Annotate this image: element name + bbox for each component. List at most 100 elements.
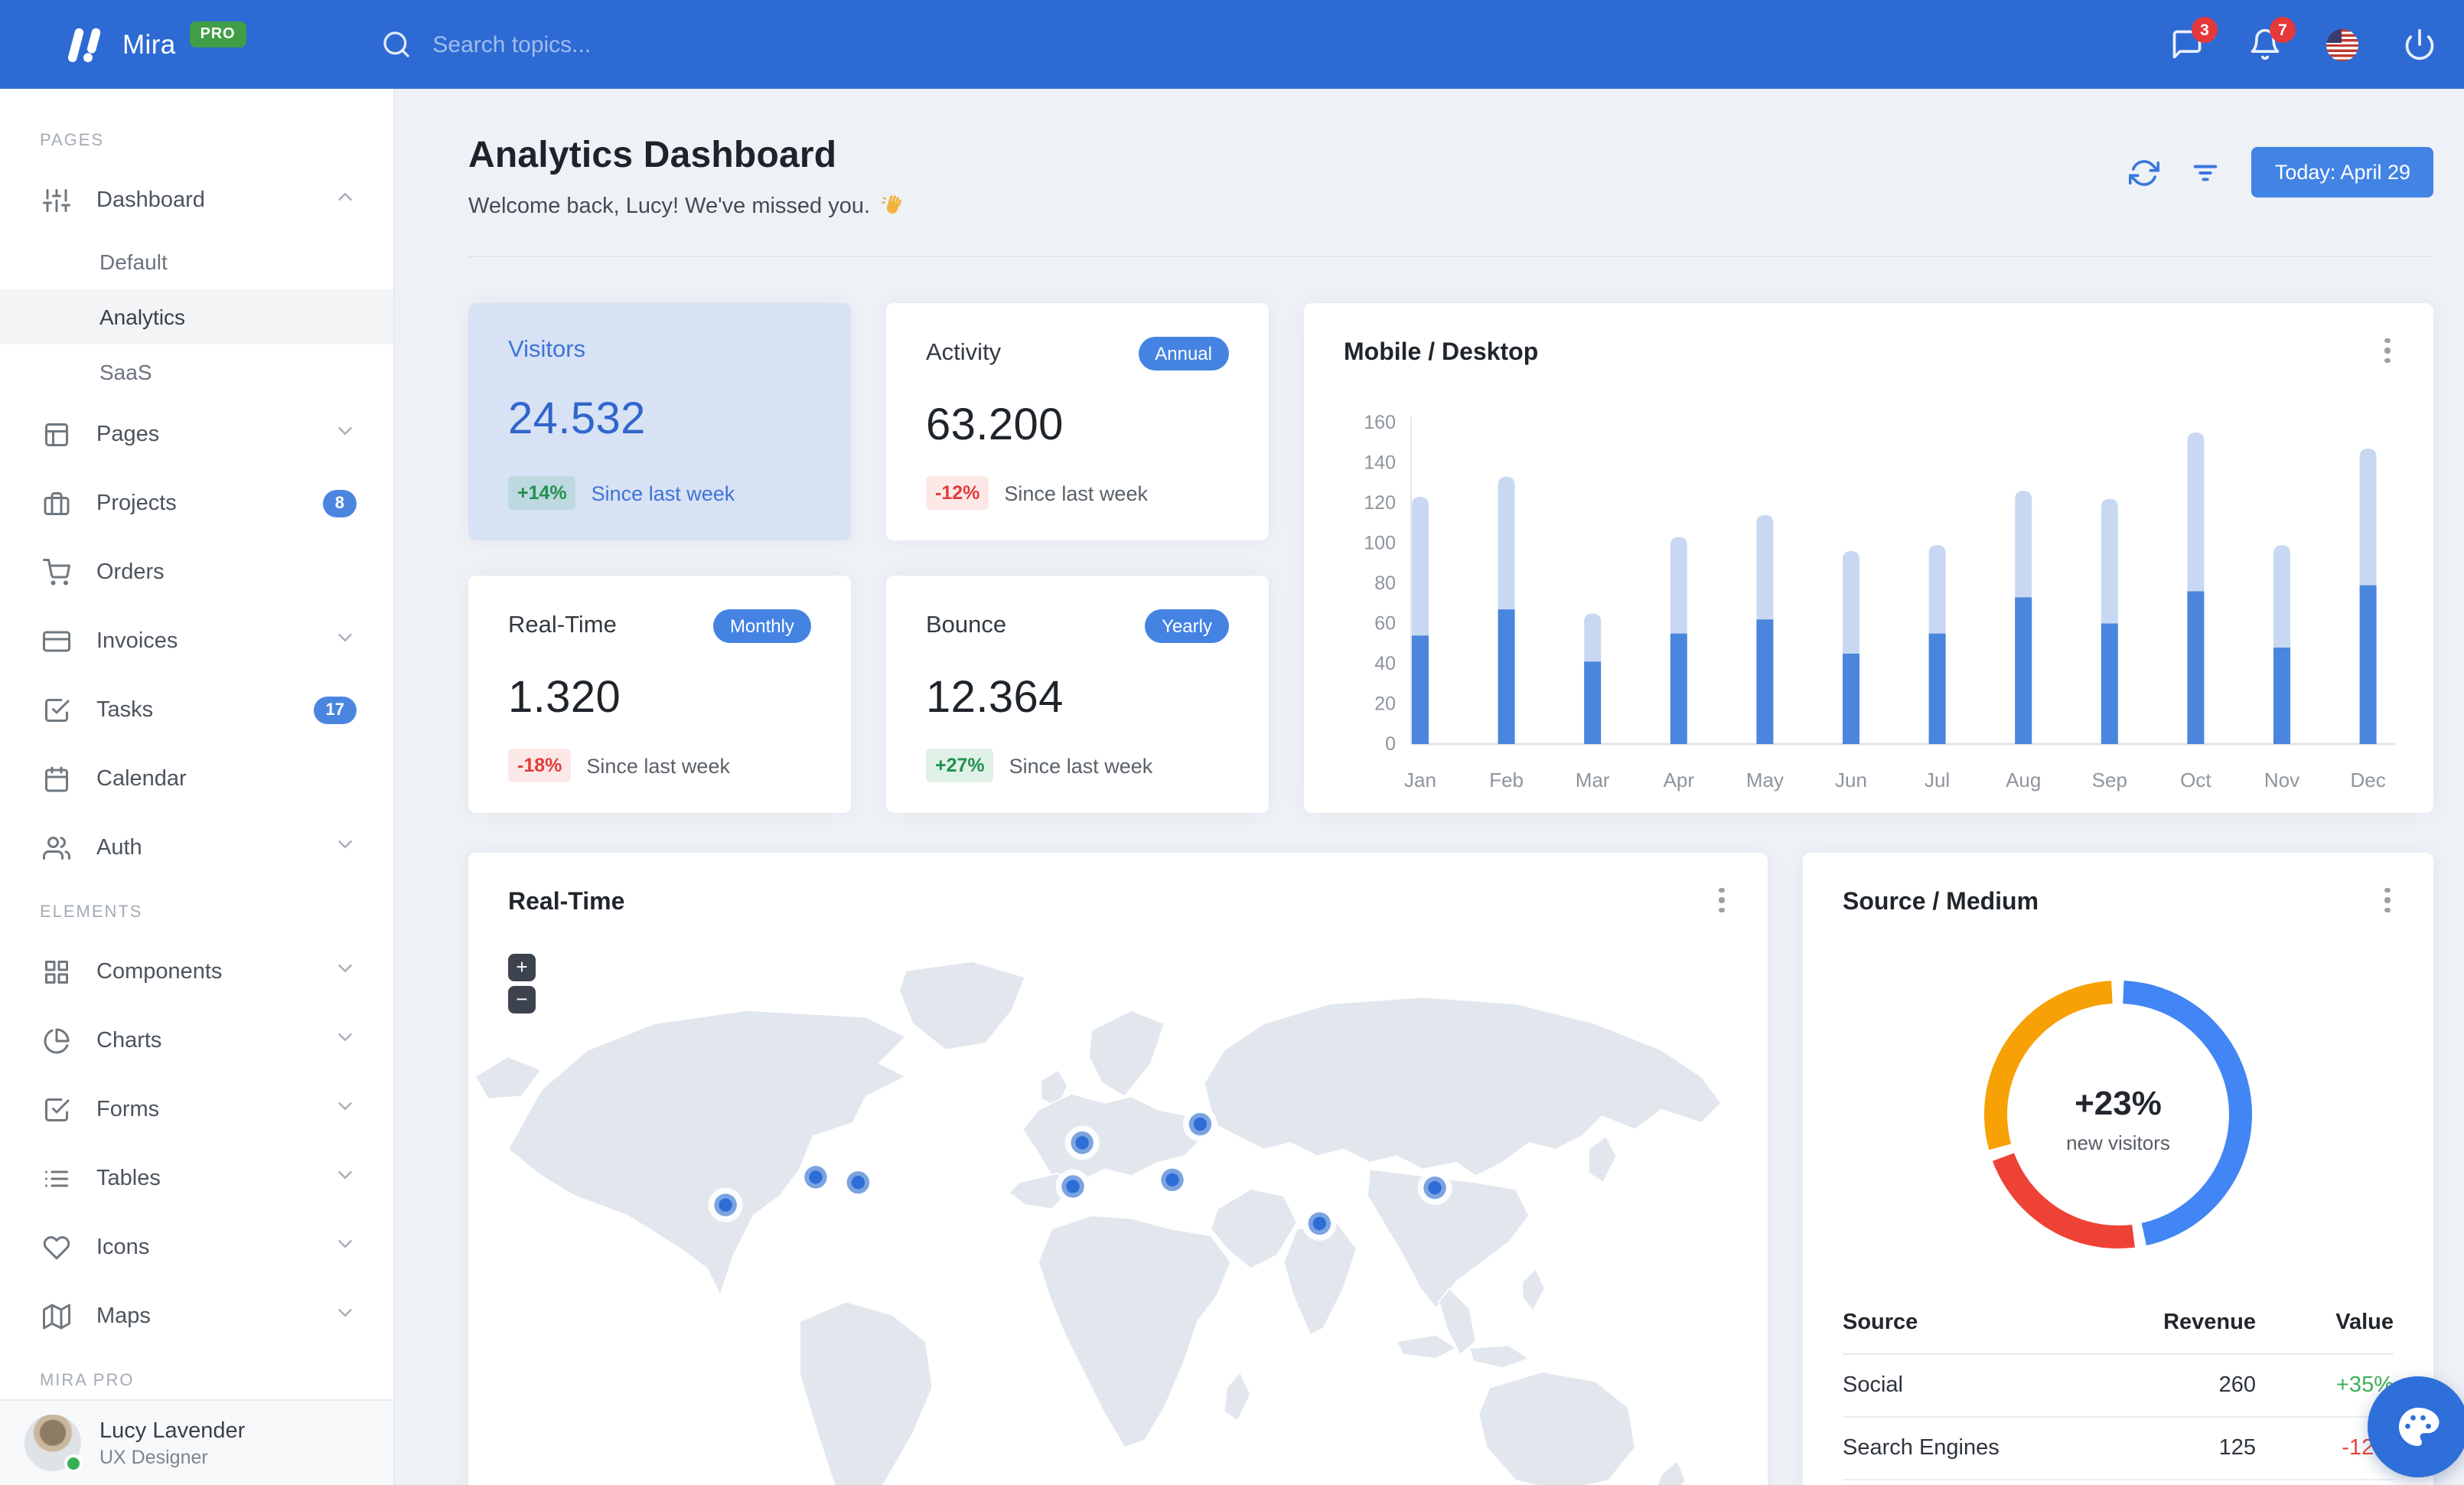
sidebar-item-components[interactable]: Components [0, 937, 393, 1006]
map-marker-4[interactable] [1064, 1125, 1100, 1160]
sidebar-nav: PAGES Dashboard Default Analytics SaaS Pages P… [0, 89, 393, 1399]
map-menu-kebab-icon[interactable] [1709, 886, 1734, 914]
stat-card-visitors[interactable]: Visitors 24.532 +14% Since last week [468, 303, 851, 540]
svg-text:40: 40 [1374, 653, 1396, 674]
main-content: Analytics Dashboard Welcome back, Lucy! … [395, 89, 2464, 1485]
chevron-down-icon [338, 1170, 352, 1178]
sidebar-item-auth[interactable]: Auth [0, 813, 393, 882]
source-row-search-engines: Search Engines 125 -12% [1843, 1418, 2394, 1480]
sidebar-section-pages: PAGES [40, 132, 105, 150]
world-map-svg [474, 960, 1723, 1485]
sidebar-item-projects[interactable]: Projects 8 [0, 468, 393, 537]
sidebar-item-maps[interactable]: Maps [0, 1281, 393, 1350]
source-table-header: Source Revenue Value [1843, 1292, 2394, 1355]
notifications-count-badge: 7 [2270, 17, 2296, 43]
sidebar-item-label: Auth [96, 835, 142, 860]
mobile-desktop-chart-card: Mobile / Desktop 0 20 40 60 80 100 120 140 160 Ja… [1304, 303, 2433, 813]
sidebar-item-tasks[interactable]: Tasks 17 [0, 675, 393, 744]
filter-button[interactable] [2191, 157, 2221, 188]
world-map[interactable] [468, 951, 1768, 1485]
sidebar-section-mira-pro: MIRA PRO [40, 1372, 135, 1390]
chevron-down-icon [338, 964, 352, 971]
sidebar-count-badge: 8 [322, 489, 357, 517]
power-icon [2405, 28, 2434, 60]
period-pill[interactable]: Monthly [712, 609, 811, 643]
sidebar-item-icons[interactable]: Icons [0, 1212, 393, 1281]
stat-value: 1.320 [508, 674, 621, 723]
sidebar-item-pages[interactable]: Pages [0, 400, 393, 468]
sidebar-subitem-saas[interactable]: SaaS [0, 344, 393, 400]
sidebar: PAGES Dashboard Default Analytics SaaS Pages P… [0, 89, 395, 1485]
brand-name: Mira [122, 28, 176, 59]
svg-text:Sep: Sep [2092, 769, 2127, 791]
svg-text:60: 60 [1374, 613, 1396, 635]
search-bar[interactable] [380, 29, 831, 60]
brand[interactable]: Mira PRO [67, 21, 246, 64]
source-menu-kebab-icon[interactable] [2375, 886, 2400, 914]
sidebar-item-invoices[interactable]: Invoices [0, 606, 393, 675]
sidebar-item-charts[interactable]: Charts [0, 1006, 393, 1075]
map-zoom-out-button[interactable]: − [508, 986, 536, 1013]
today-date-button[interactable]: Today: April 29 [2251, 147, 2433, 197]
sidebar-item-orders[interactable]: Orders [0, 537, 393, 606]
map-title: Real-Time [508, 889, 625, 915]
notifications-button[interactable]: 7 [2248, 17, 2296, 61]
page-header: Analytics Dashboard Welcome back, Lucy! … [468, 135, 2433, 219]
user-name: Lucy Lavender [99, 1418, 246, 1443]
map-icon [43, 1303, 70, 1329]
sidebar-item-calendar[interactable]: Calendar [0, 744, 393, 813]
top-navbar: Mira PRO 3 7 [0, 0, 2464, 89]
col-value: Value [2335, 1310, 2394, 1335]
map-marker-9[interactable] [1417, 1170, 1452, 1206]
trend-badge: -18% [508, 749, 572, 782]
source-row-direct: Direct164+46% [1843, 1480, 2394, 1485]
source-table-body: Social260+35%Search Engines125-12%Direct… [1843, 1355, 2394, 1485]
sidebar-item-label: Orders [96, 560, 165, 584]
source-value: +35% [2336, 1373, 2394, 1398]
sidebar-item-label: Tasks [96, 697, 154, 722]
viewport: Mira PRO 3 7 [0, 0, 2464, 1485]
sidebar-item-tables[interactable]: Tables [0, 1144, 393, 1212]
stat-card-activity[interactable]: Activity Annual 63.200 -12% Since last w… [886, 303, 1269, 540]
search-input[interactable] [432, 31, 831, 57]
map-marker-6[interactable] [1155, 1162, 1190, 1197]
chart-menu-kebab-icon[interactable] [2375, 337, 2400, 364]
sidebar-item-dashboard[interactable]: Dashboard [0, 165, 393, 234]
palette-icon [2399, 1408, 2440, 1446]
sidebar-item-forms[interactable]: Forms [0, 1075, 393, 1144]
svg-text:0: 0 [1385, 733, 1396, 755]
stat-value: 12.364 [926, 674, 1064, 723]
donut-center-value: +23% [2075, 1083, 2162, 1121]
sidebar-subitem-default[interactable]: Default [0, 234, 393, 289]
map-marker-2[interactable] [798, 1160, 833, 1195]
sidebar-subitem-analytics[interactable]: Analytics [0, 289, 393, 344]
user-meta: Lucy Lavender UX Designer [99, 1418, 245, 1467]
sidebar-section-elements: ELEMENTS [40, 903, 143, 922]
theme-settings-fab[interactable] [2368, 1376, 2464, 1477]
map-marker-3[interactable] [840, 1165, 875, 1200]
chevron-up-icon [338, 192, 352, 200]
sign-out-button[interactable] [2403, 28, 2436, 61]
messages-button[interactable]: 3 [2170, 17, 2218, 61]
map-marker-5[interactable] [1055, 1169, 1090, 1204]
language-flag-us[interactable] [2326, 28, 2358, 60]
svg-text:Feb: Feb [1489, 769, 1524, 791]
grid-icon [45, 960, 68, 983]
period-pill[interactable]: Yearly [1145, 609, 1229, 643]
sidebar-item-label: Invoices [96, 628, 178, 653]
sidebar-user-footer[interactable]: Lucy Lavender UX Designer [0, 1399, 393, 1485]
donut-center-text: +23% new visitors [1973, 969, 2264, 1268]
map-marker-1[interactable] [708, 1187, 743, 1222]
avatar[interactable] [24, 1415, 83, 1473]
col-revenue: Revenue [2163, 1310, 2256, 1335]
period-pill[interactable]: Annual [1138, 337, 1229, 370]
refresh-button[interactable] [2129, 157, 2161, 188]
map-marker-8[interactable] [1302, 1206, 1337, 1241]
pie-chart-icon [44, 1027, 70, 1053]
map-zoom-in-button[interactable]: + [508, 954, 536, 981]
stat-card-bounce[interactable]: Bounce Yearly 12.364 +27% Since last wee… [886, 576, 1269, 813]
user-role: UX Designer [99, 1446, 208, 1467]
stat-card-realtime[interactable]: Real-Time Monthly 1.320 -18% Since last … [468, 576, 851, 813]
map-marker-7[interactable] [1182, 1107, 1217, 1142]
chevron-down-icon [338, 1239, 352, 1247]
